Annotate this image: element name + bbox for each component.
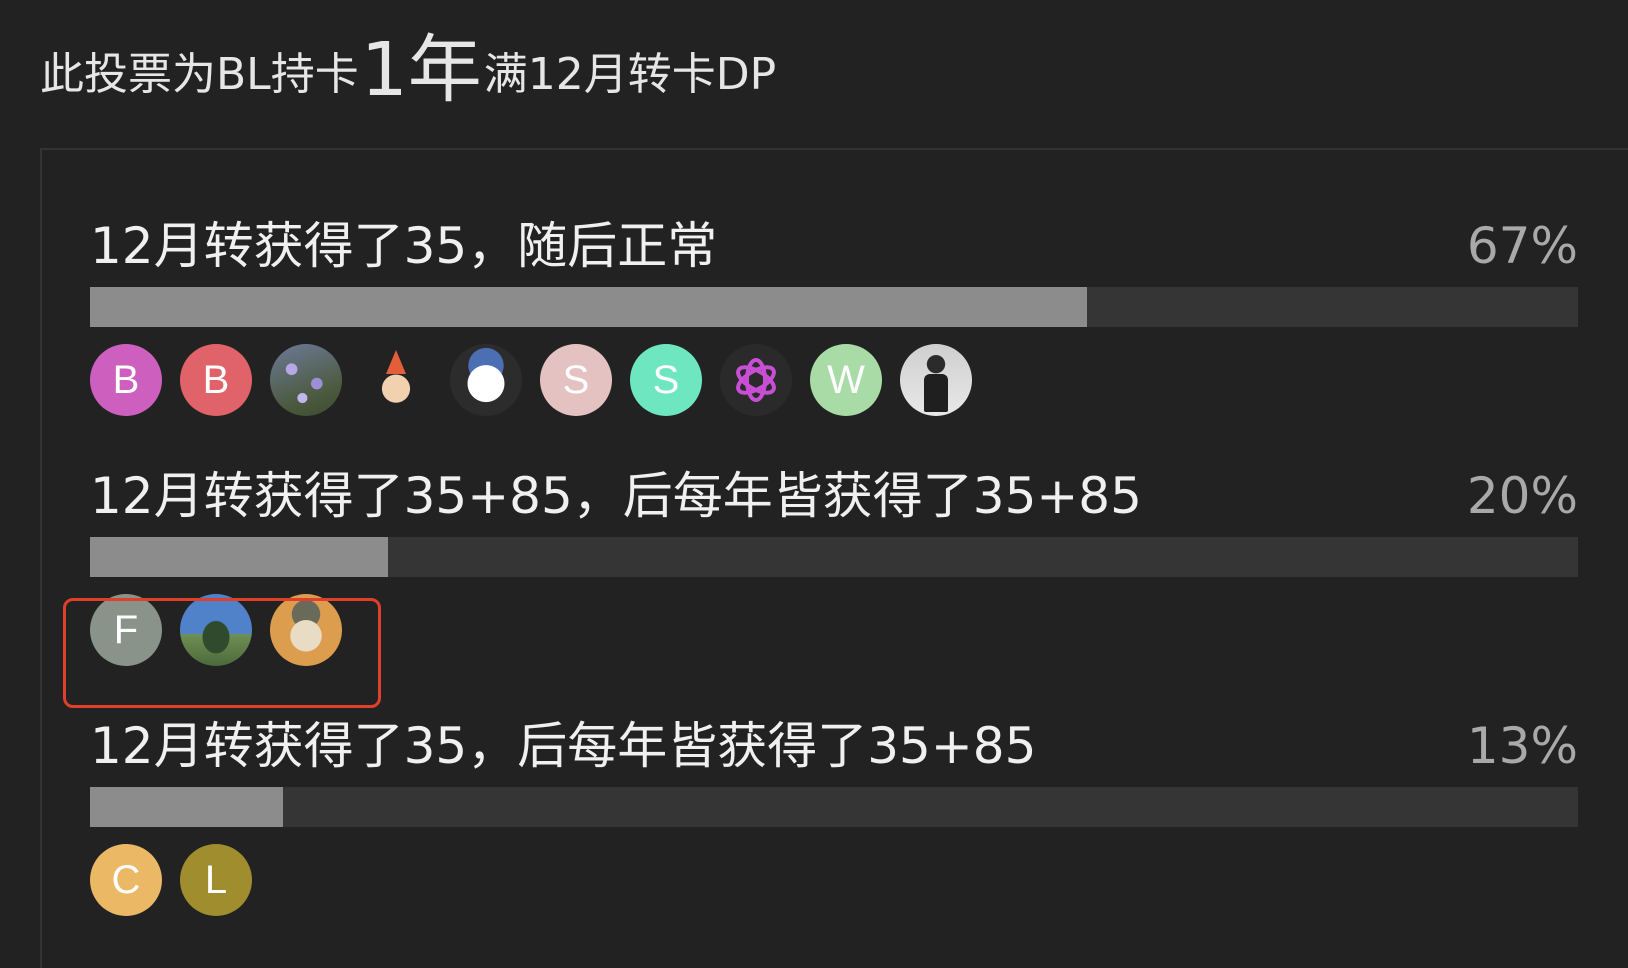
person-photo-avatar[interactable] bbox=[900, 344, 972, 416]
poll-title-suffix: 满12月转卡DP bbox=[483, 49, 777, 100]
voter-avatar[interactable]: L bbox=[180, 844, 252, 916]
voter-avatar[interactable]: W bbox=[810, 344, 882, 416]
option-progress-fill bbox=[90, 287, 1087, 327]
option-progress-fill bbox=[90, 787, 284, 827]
openai-logo-avatar[interactable] bbox=[720, 344, 792, 416]
option-label: 12月转获得了35，随后正常 bbox=[90, 217, 718, 275]
voter-avatars: B B S S W bbox=[90, 344, 972, 416]
poll-title-prefix: 此投票为BL持卡 bbox=[40, 49, 359, 100]
highlight-box bbox=[63, 598, 381, 708]
option-percent: 20% bbox=[1466, 467, 1578, 525]
option-progress-fill bbox=[90, 537, 388, 577]
baby-party-hat-avatar[interactable] bbox=[360, 344, 432, 416]
voter-avatars: C L bbox=[90, 844, 252, 916]
option-label: 12月转获得了35，后每年皆获得了35+85 bbox=[90, 717, 1037, 775]
poll-title: 此投票为BL持卡1年满12月转卡DP bbox=[40, 10, 776, 117]
option-label: 12月转获得了35+85，后每年皆获得了35+85 bbox=[90, 467, 1142, 525]
voter-avatar[interactable]: C bbox=[90, 844, 162, 916]
voter-avatar[interactable]: S bbox=[540, 344, 612, 416]
poll-title-duration: 1年 bbox=[360, 27, 482, 113]
option-progress-bar bbox=[90, 787, 1578, 827]
option-progress-bar bbox=[90, 287, 1578, 327]
voter-avatar[interactable]: B bbox=[90, 344, 162, 416]
cartoon-character-avatar[interactable] bbox=[450, 344, 522, 416]
option-progress-bar bbox=[90, 537, 1578, 577]
option-percent: 67% bbox=[1466, 217, 1578, 275]
openai-logo-icon bbox=[736, 358, 776, 402]
option-percent: 13% bbox=[1466, 717, 1578, 775]
voter-avatar[interactable]: S bbox=[630, 344, 702, 416]
voter-avatar[interactable]: B bbox=[180, 344, 252, 416]
flowers-photo-avatar[interactable] bbox=[270, 344, 342, 416]
